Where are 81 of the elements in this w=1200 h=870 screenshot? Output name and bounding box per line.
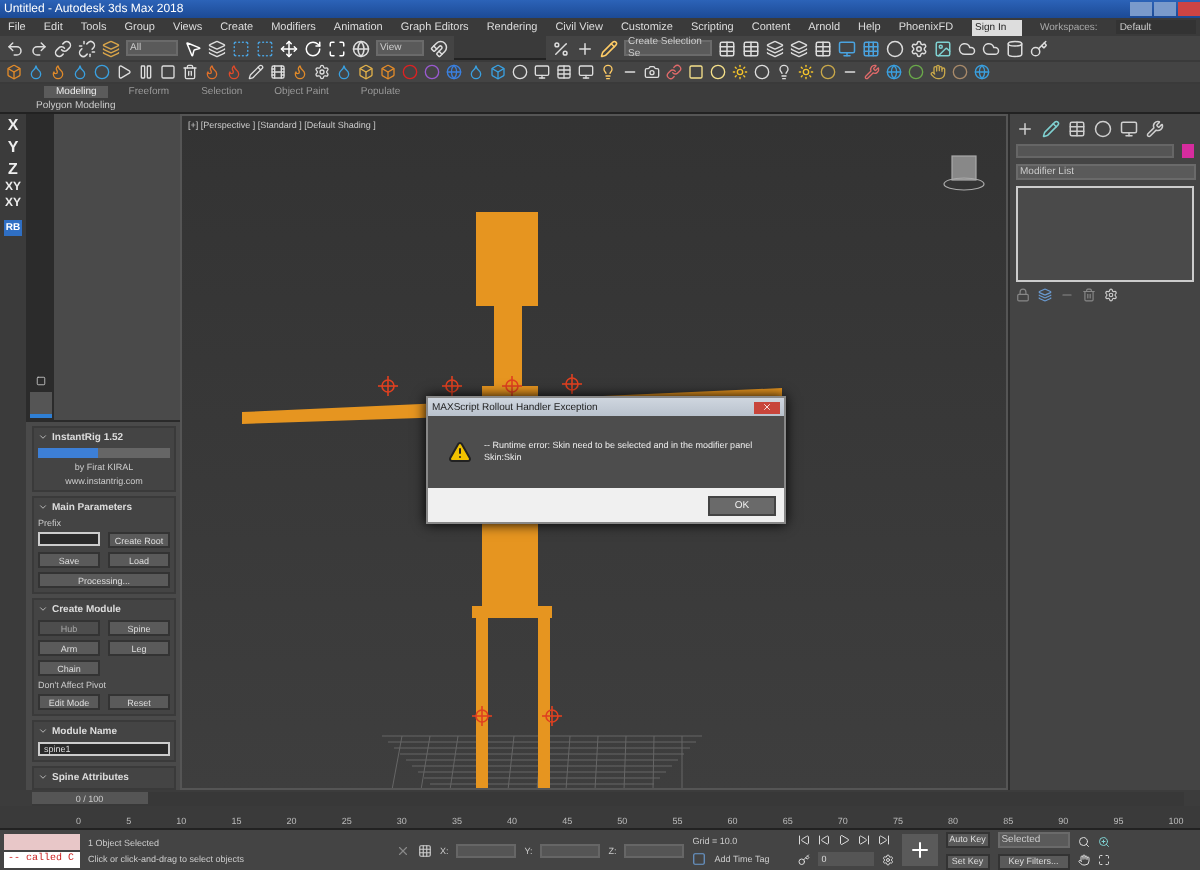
render-cloud-icon[interactable] <box>982 39 1000 57</box>
panel-toggle-button[interactable] <box>29 392 51 418</box>
z-coordinate-field[interactable] <box>624 843 685 857</box>
modify-tab-icon[interactable] <box>1042 120 1060 138</box>
utilities-tab-icon[interactable] <box>1146 120 1164 138</box>
create-tab-icon[interactable] <box>1016 120 1034 138</box>
collapse-icon[interactable] <box>38 502 48 512</box>
set-keys-button[interactable] <box>901 834 938 866</box>
warning-icon <box>448 440 472 464</box>
move-icon[interactable] <box>280 39 298 57</box>
display-tab-icon[interactable] <box>1120 120 1138 138</box>
listener-input[interactable] <box>4 833 80 849</box>
play-icon[interactable] <box>837 834 850 846</box>
frame-window-icon[interactable] <box>934 39 952 57</box>
pan-icon[interactable] <box>1077 853 1090 865</box>
disc-icon[interactable] <box>820 64 836 80</box>
collapse-icon[interactable] <box>38 432 48 442</box>
chain-icon[interactable] <box>666 64 682 80</box>
water-icon[interactable] <box>28 64 44 80</box>
rotate-icon[interactable] <box>304 39 322 57</box>
camera-icon[interactable] <box>644 64 660 80</box>
collapse-icon[interactable] <box>38 772 48 782</box>
axis-constraint-button[interactable]: Z <box>8 160 18 178</box>
previous-frame-icon[interactable] <box>817 834 830 846</box>
view-cube-icon[interactable] <box>943 155 985 191</box>
window-crossing-icon[interactable] <box>256 39 274 57</box>
zoom-all-icon[interactable] <box>1097 835 1110 847</box>
x-coordinate-field[interactable] <box>456 843 517 857</box>
configure-sets-icon[interactable] <box>1104 288 1118 302</box>
bulb-icon[interactable] <box>600 64 616 80</box>
stop-icon[interactable] <box>160 64 176 80</box>
axis-constraint-button[interactable]: X <box>7 116 19 134</box>
render-setup-icon[interactable] <box>910 39 928 57</box>
object-name-field[interactable] <box>1016 144 1174 158</box>
key-mode-icon[interactable] <box>797 853 810 865</box>
go-to-start-icon[interactable] <box>797 834 810 846</box>
flame-icon[interactable] <box>204 64 220 80</box>
y-coordinate-field[interactable] <box>540 843 601 857</box>
layer-explorer-icon[interactable] <box>790 39 808 57</box>
collapse-icon[interactable] <box>38 604 48 614</box>
redo-icon[interactable] <box>30 39 48 57</box>
next-frame-icon[interactable] <box>857 834 870 846</box>
gear-icon[interactable] <box>314 64 330 80</box>
tool-icon[interactable] <box>864 64 880 80</box>
dialog-close-button[interactable] <box>754 401 780 413</box>
ring-icon[interactable] <box>754 64 770 80</box>
sun-icon[interactable] <box>732 64 748 80</box>
cursor-icon[interactable] <box>184 39 202 57</box>
table-icon[interactable] <box>556 64 572 80</box>
film-icon[interactable] <box>270 64 286 80</box>
axis-constraint-button[interactable]: Y <box>7 138 19 156</box>
trash-icon[interactable] <box>182 64 198 80</box>
hand-icon[interactable] <box>930 64 946 80</box>
drop-icon[interactable] <box>336 64 352 80</box>
world-icon[interactable] <box>446 64 462 80</box>
go-to-end-icon[interactable] <box>877 834 890 846</box>
liquid-icon[interactable] <box>72 64 88 80</box>
link-icon[interactable] <box>54 39 72 57</box>
unlink-icon[interactable] <box>78 39 96 57</box>
play-icon[interactable] <box>116 64 132 80</box>
layers-icon[interactable] <box>102 39 120 57</box>
pause-icon[interactable] <box>138 64 154 80</box>
percent-snap-icon[interactable] <box>552 39 570 57</box>
fire-icon[interactable] <box>50 64 66 80</box>
zoom-icon[interactable] <box>1077 835 1090 847</box>
object-color-swatch[interactable] <box>1182 144 1194 158</box>
sphere-icon[interactable] <box>512 64 528 80</box>
undo-icon[interactable] <box>6 39 24 57</box>
window-icon[interactable] <box>578 64 594 80</box>
selection-region-icon[interactable] <box>232 39 250 57</box>
remove-modifier-icon[interactable] <box>1082 288 1096 302</box>
earth-icon[interactable] <box>974 64 990 80</box>
collapse-icon[interactable] <box>38 726 48 736</box>
small-square-icon[interactable] <box>35 376 45 386</box>
snap-icon[interactable] <box>430 39 448 57</box>
globe-icon[interactable] <box>886 64 902 80</box>
plus-icon[interactable] <box>907 838 932 862</box>
prefix-field[interactable] <box>38 532 100 546</box>
scale-icon[interactable] <box>328 39 346 57</box>
modifier-stack[interactable] <box>1016 186 1194 282</box>
splash-icon[interactable] <box>468 64 484 80</box>
